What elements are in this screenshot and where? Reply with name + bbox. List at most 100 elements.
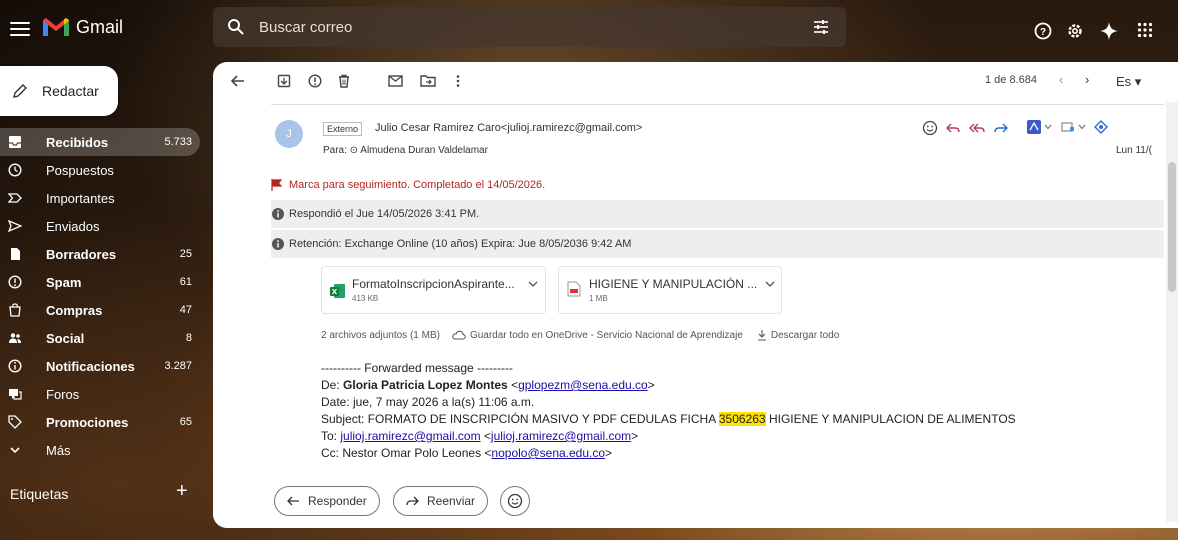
shopping-icon	[9, 303, 21, 317]
sidebar-item-count: 3.287	[164, 360, 192, 372]
followup-flag-text: Marca para seguimiento. Completado el 14…	[289, 179, 546, 191]
emoji-button[interactable]	[500, 486, 530, 516]
info-icon	[8, 359, 22, 373]
sidebar-item-enviados[interactable]: Enviados	[0, 212, 200, 240]
sidebar-item-label: Pospuestos	[46, 162, 114, 178]
apps-grid-icon[interactable]	[1137, 22, 1153, 38]
sender-name[interactable]: Julio Cesar Ramirez Caro<julioj.ramirezc…	[375, 122, 642, 134]
sidebar-item-importantes[interactable]: Importantes	[0, 184, 200, 212]
main-menu-button[interactable]	[10, 20, 30, 38]
reply-info-row: Respondió el Jue 14/05/2026 3:41 PM.	[271, 200, 1164, 228]
report-spam-icon[interactable]	[308, 74, 322, 88]
reply-arrow-icon	[287, 496, 299, 506]
sidebar-item-count: 8	[185, 332, 192, 344]
email-view: 1 de 8.684 ‹ › Es ▾ J Externo Julio Cesa…	[213, 62, 1178, 528]
input-language-selector[interactable]: Es ▾	[1116, 74, 1141, 90]
scroll-thumb[interactable]	[1168, 162, 1176, 292]
sidebar-item-label: Más	[46, 442, 71, 458]
mark-unread-icon[interactable]	[388, 74, 404, 88]
sidebar-item-count: 61	[179, 276, 192, 288]
chevron-down-icon	[10, 447, 20, 454]
back-arrow-icon[interactable]	[231, 74, 245, 88]
scrollbar[interactable]	[1166, 102, 1178, 522]
from-email-link[interactable]: gplopezm@sena.edu.co	[518, 378, 648, 392]
gmail-logo[interactable]: Gmail	[42, 16, 123, 38]
sidebar-item-spam[interactable]: Spam 61	[0, 268, 200, 296]
settings-gear-icon[interactable]	[1066, 22, 1084, 40]
cc-email-link[interactable]: nopolo@sena.edu.co	[491, 446, 605, 460]
followup-flag-row: Marca para seguimiento. Completado el 14…	[271, 174, 1164, 196]
save-onedrive-link[interactable]: Guardar todo en OneDrive - Servicio Naci…	[470, 330, 743, 341]
newer-chevron-icon[interactable]: ‹	[1059, 72, 1063, 87]
retention-info-text: Retención: Exchange Online (10 años) Exp…	[289, 238, 632, 250]
sidebar-item-borradores[interactable]: Borradores 25	[0, 240, 200, 268]
spam-icon	[8, 275, 22, 289]
sidebar-item-foros[interactable]: Foros	[0, 380, 200, 408]
sidebar-item-promociones[interactable]: Promociones 65	[0, 408, 200, 436]
loop-addin-icon[interactable]	[1094, 120, 1108, 134]
search-options-icon[interactable]	[812, 18, 830, 36]
sidebar: Redactar Recibidos 5.733 Pospuestos Importa…	[0, 62, 210, 540]
message-content: J Externo Julio Cesar Ramirez Caro<julio…	[271, 102, 1164, 512]
attachment-name: HIGIENE Y MANIPULACIÓN ...	[589, 277, 758, 291]
sidebar-item-recibidos[interactable]: Recibidos 5.733	[0, 128, 200, 156]
gmail-m-icon	[43, 18, 69, 36]
sidebar-item-social[interactable]: Social 8	[0, 324, 200, 352]
sidebar-item-label: Recibidos	[46, 134, 109, 150]
sender-avatar[interactable]: J	[275, 120, 303, 148]
reply-all-icon[interactable]	[969, 120, 985, 136]
sidebar-item-label: Promociones	[46, 414, 129, 430]
subject-text-end: HIGIENE Y MANIPULACION DE ALIMENTOS	[768, 412, 1016, 426]
attachments-count: 2 archivos adjuntos (1 MB)	[321, 329, 440, 341]
to-email-link-2[interactable]: julioj.ramirezc@gmail.com	[491, 429, 631, 443]
chevron-down-icon[interactable]	[528, 281, 538, 288]
search-input[interactable]	[259, 17, 779, 37]
archive-icon[interactable]	[277, 74, 291, 88]
sidebar-item-compras[interactable]: Compras 47	[0, 296, 200, 324]
sidebar-item-pospuestos[interactable]: Pospuestos	[0, 156, 200, 184]
pencil-icon	[13, 84, 27, 98]
pdf-addin-icon[interactable]	[1027, 120, 1041, 134]
sidebar-item-label: Social	[46, 330, 85, 346]
forward-icon[interactable]	[993, 120, 1009, 136]
add-label-button[interactable]: +	[176, 480, 188, 503]
emoji-react-icon[interactable]	[922, 120, 938, 136]
subject-highlight: 3506263	[718, 412, 766, 426]
reply-label: Responder	[308, 494, 367, 508]
older-chevron-icon[interactable]: ›	[1085, 72, 1089, 87]
inbox-icon	[9, 136, 21, 148]
sidebar-item-label: Notificaciones	[46, 358, 135, 374]
sidebar-item-label: Importantes	[46, 190, 115, 206]
chevron-down-icon[interactable]	[1044, 124, 1052, 130]
forward-button[interactable]: Reenviar	[393, 486, 489, 516]
apps-addin-icon[interactable]	[1061, 120, 1075, 134]
reply-icon[interactable]	[945, 120, 961, 136]
search-icon[interactable]	[227, 18, 245, 36]
delete-trash-icon[interactable]	[337, 74, 351, 88]
sidebar-item-label: Enviados	[46, 218, 100, 234]
chevron-down-icon[interactable]	[1078, 124, 1086, 130]
recipient-line[interactable]: Para: ⊙ Almudena Duran Valdelamar	[323, 145, 488, 156]
more-options-icon[interactable]	[455, 74, 461, 88]
forwarded-header: ---------- Forwarded message ---------	[321, 361, 513, 375]
compose-button[interactable]: Redactar	[0, 66, 118, 116]
sidebar-item-label: Foros	[46, 386, 80, 402]
chevron-down-icon[interactable]	[765, 281, 775, 288]
subject-line: Subject: FORMATO DE INSCRIPCIÓN MASIVO Y…	[321, 411, 1016, 428]
sidebar-item-mas[interactable]: Más	[0, 436, 200, 464]
date-line: Date: jue, 7 may 2026 a la(s) 11:06 a.m.	[321, 395, 535, 409]
help-icon[interactable]: ?	[1034, 22, 1052, 40]
sidebar-item-notificaciones[interactable]: Notificaciones 3.287	[0, 352, 200, 380]
app-name: Gmail	[76, 16, 124, 37]
move-to-folder-icon[interactable]	[420, 74, 436, 88]
reply-button[interactable]: Responder	[274, 486, 380, 516]
search-bar[interactable]	[213, 7, 846, 47]
attachment-size: 1 MB	[589, 294, 608, 303]
to-line: To: julioj.ramirezc@gmail.com <julioj.ra…	[321, 429, 639, 443]
to-email-link[interactable]: julioj.ramirezc@gmail.com	[340, 429, 480, 443]
download-all-link[interactable]: Descargar todo	[771, 330, 839, 341]
attachment-card[interactable]: HIGIENE Y MANIPULACIÓN ... 1 MB	[558, 266, 782, 314]
to-label: To:	[321, 429, 338, 443]
gemini-sparkle-icon[interactable]	[1100, 22, 1118, 40]
attachment-card[interactable]: FormatoInscripcionAspirante... 413 KB	[321, 266, 546, 314]
